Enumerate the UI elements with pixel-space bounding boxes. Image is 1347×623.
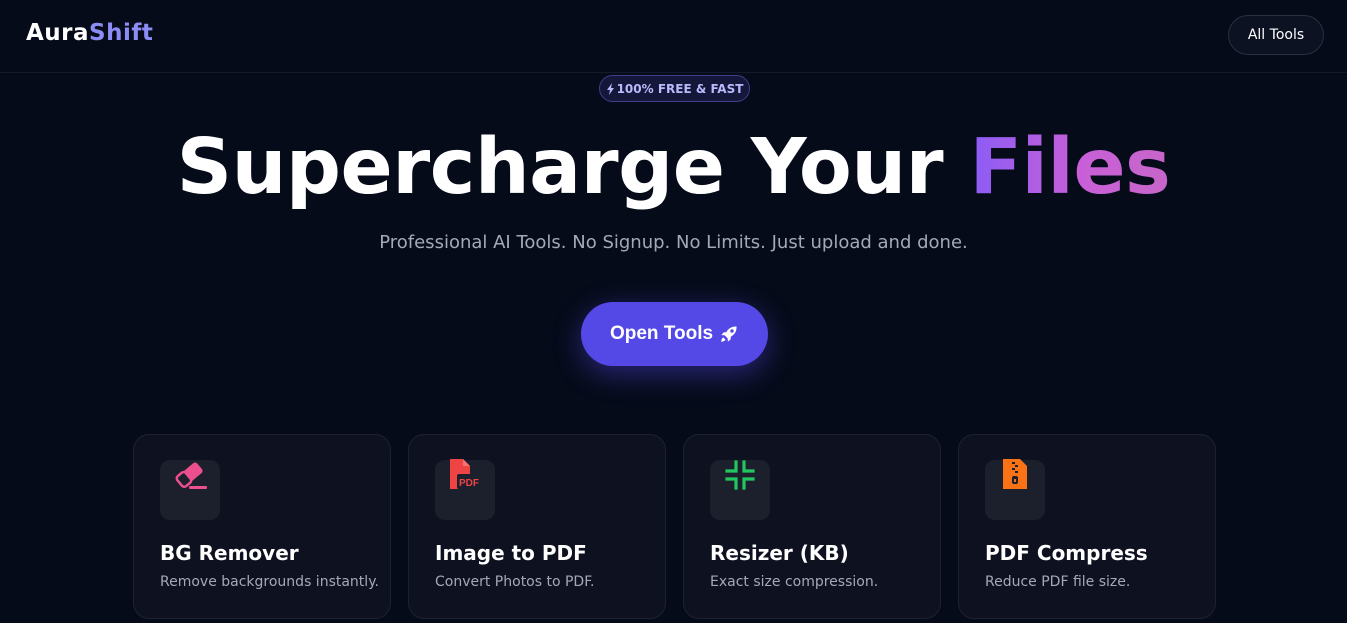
- rocket-icon: [721, 326, 737, 342]
- tool-card-resizer[interactable]: Resizer (KB) Exact size compression.: [683, 434, 941, 619]
- tool-title: Resizer (KB): [710, 541, 849, 565]
- logo-text-primary: Aura: [26, 20, 90, 46]
- tool-description: Reduce PDF file size.: [985, 574, 1131, 590]
- tool-title: PDF Compress: [985, 541, 1148, 565]
- tool-card-pdf-compress[interactable]: PDF Compress Reduce PDF file size.: [958, 434, 1216, 619]
- open-tools-button[interactable]: Open Tools: [581, 302, 768, 366]
- tool-title: BG Remover: [160, 541, 299, 565]
- tool-icon-box: [710, 460, 770, 520]
- navbar: AuraShift All Tools: [0, 0, 1347, 73]
- zip-file-icon: [1003, 459, 1027, 489]
- headline-gradient-text: Files: [969, 123, 1171, 212]
- eraser-icon: [175, 462, 207, 489]
- tool-description: Exact size compression.: [710, 574, 879, 590]
- pdf-file-icon: PDF: [450, 459, 481, 489]
- tool-card-bg-remover[interactable]: BG Remover Remove backgrounds instantly.: [133, 434, 391, 619]
- free-fast-badge: 100% FREE & FAST: [599, 75, 750, 102]
- tool-description: Convert Photos to PDF.: [435, 574, 595, 590]
- tool-title: Image to PDF: [435, 541, 587, 565]
- hero-subtitle: Professional AI Tools. No Signup. No Lim…: [379, 232, 968, 253]
- tool-icon-box: [160, 460, 220, 520]
- svg-text:PDF: PDF: [459, 478, 479, 489]
- badge-text: 100% FREE & FAST: [616, 81, 744, 96]
- logo[interactable]: AuraShift: [26, 20, 153, 46]
- tool-icon-box: PDF: [435, 459, 495, 520]
- lightning-icon: [606, 82, 614, 95]
- open-tools-label: Open Tools: [609, 323, 714, 344]
- all-tools-button[interactable]: All Tools: [1228, 15, 1324, 55]
- headline-text: Supercharge Your: [176, 123, 944, 212]
- tool-description: Remove backgrounds instantly.: [160, 574, 379, 590]
- logo-text-accent: Shift: [89, 20, 154, 46]
- compress-icon: [725, 460, 755, 490]
- tool-card-image-to-pdf[interactable]: PDF Image to PDF Convert Photos to PDF.: [408, 434, 666, 619]
- tool-icon-box: [985, 459, 1045, 520]
- hero-headline: Supercharge Your Files: [0, 122, 1347, 214]
